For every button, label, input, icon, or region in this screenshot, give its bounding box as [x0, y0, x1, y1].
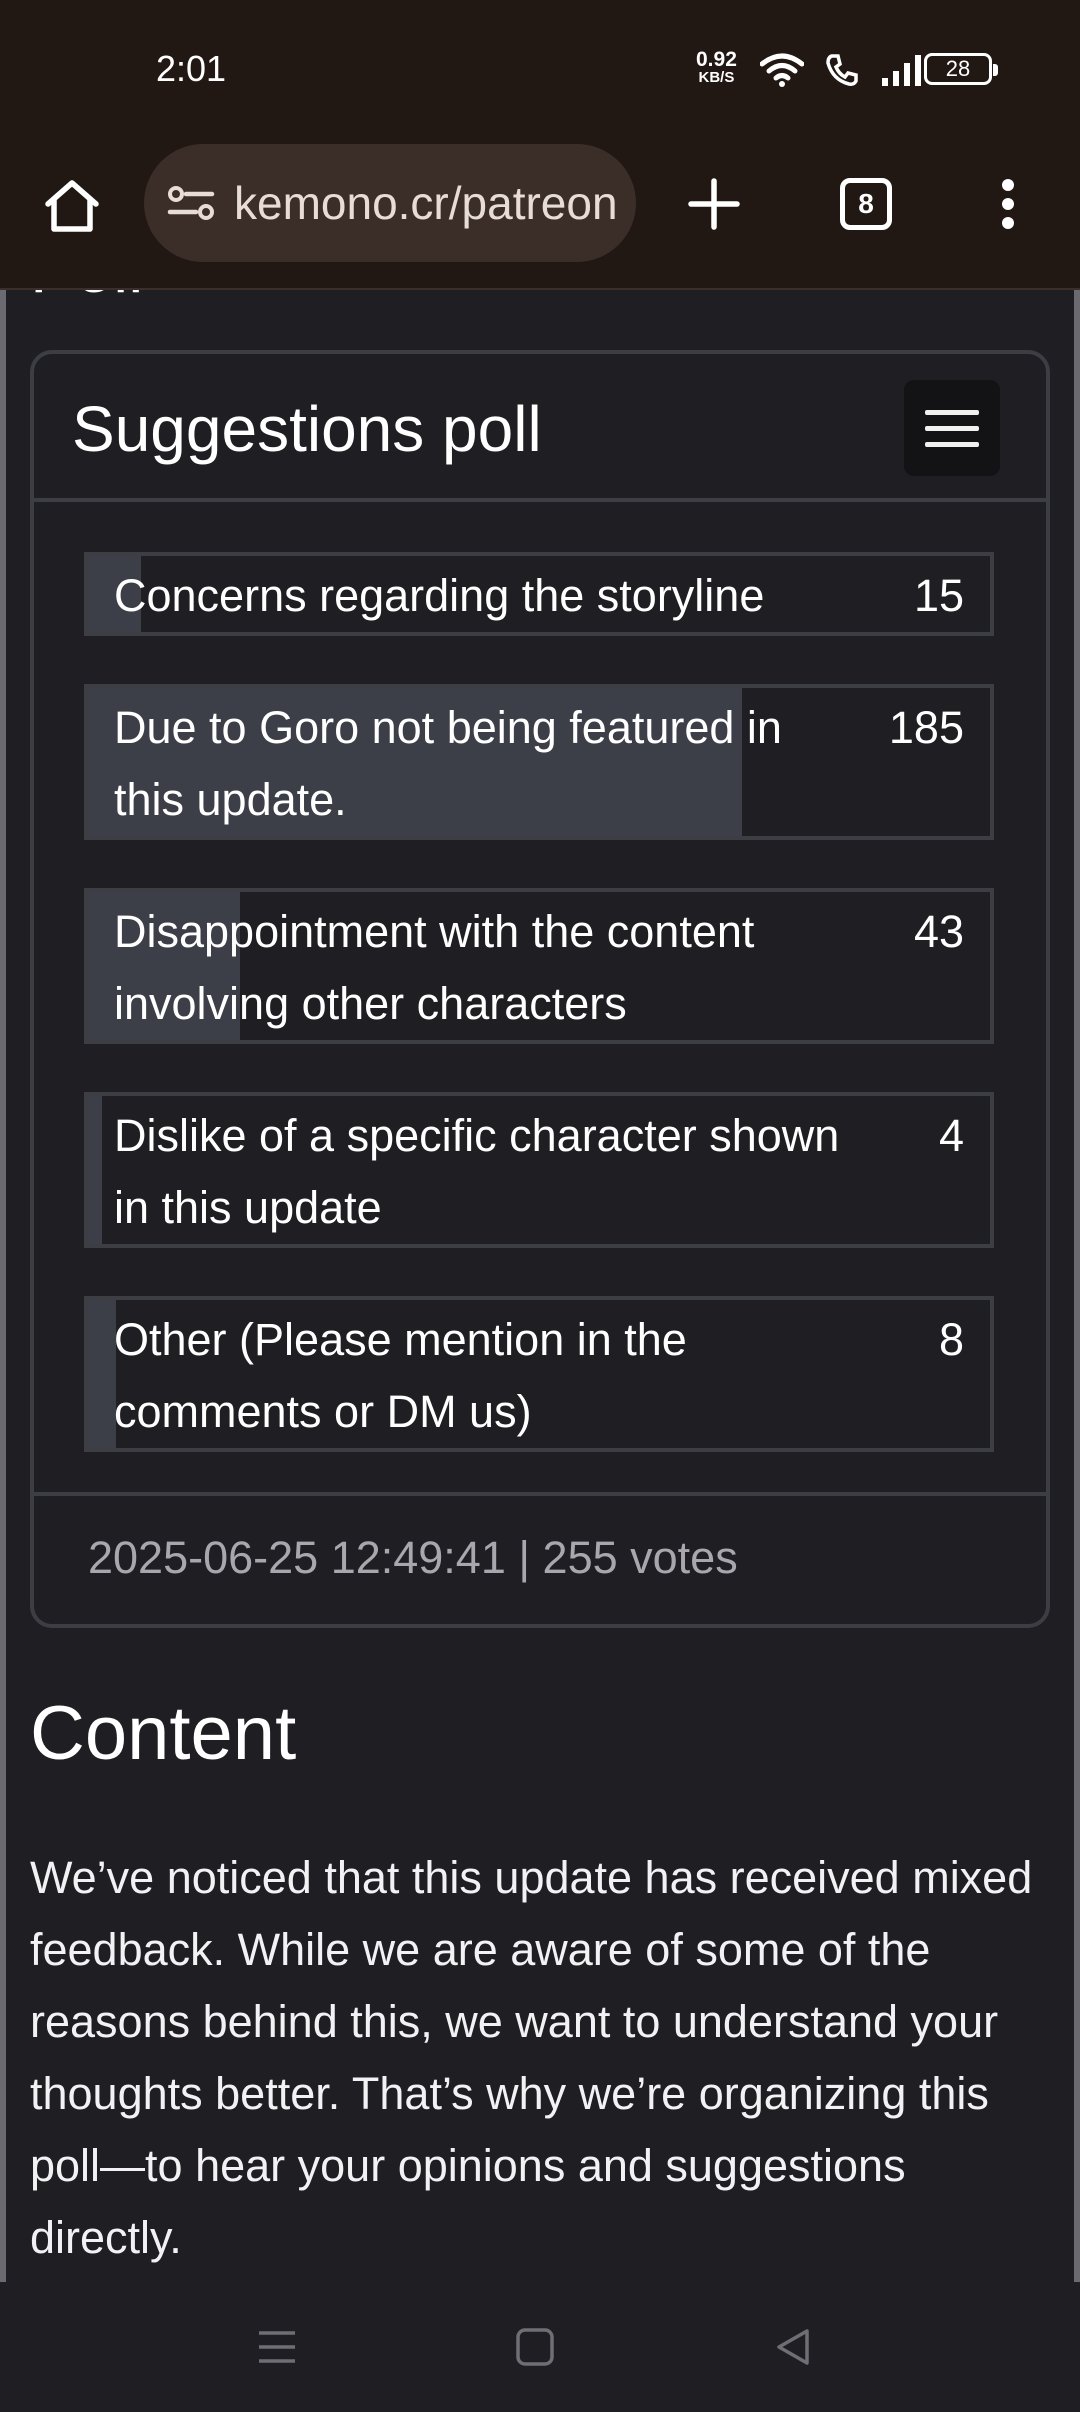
url-text: kemono.cr/patreon — [234, 177, 618, 229]
system-navigation-bar — [0, 2282, 1080, 2412]
poll-menu-button[interactable] — [904, 380, 1000, 476]
home-icon — [45, 180, 99, 232]
browser-menu-button[interactable] — [972, 168, 1044, 240]
hamburger-icon-line — [925, 425, 979, 431]
status-bar: 2:01 0.92 KB/S 28 — [0, 0, 1080, 138]
poll-option-label: Due to Goro not being featured in this u… — [114, 702, 782, 825]
network-speed-value: 0.92 — [696, 48, 737, 71]
content-heading: Content — [30, 1691, 297, 1776]
home-nav-button[interactable] — [500, 2312, 570, 2382]
menu-lines-icon — [259, 2331, 295, 2363]
battery-indicator: 28 — [924, 53, 998, 85]
tab-count: 8 — [840, 178, 892, 230]
poll-option[interactable]: Concerns regarding the storyline 15 — [84, 552, 994, 636]
page-content: Poll Suggestions poll Concerns regarding… — [0, 290, 1080, 2282]
site-settings-icon — [167, 186, 215, 220]
poll-header: Suggestions poll — [34, 354, 1046, 502]
poll-option-votes: 185 — [888, 702, 964, 753]
content-body: We’ve noticed that this update has recei… — [30, 1852, 1033, 2263]
poll-option[interactable]: Other (Please mention in the comments or… — [84, 1296, 994, 1452]
page-edge-right — [1074, 290, 1080, 2282]
poll-option-votes: 4 — [938, 1110, 964, 1161]
new-tab-button[interactable] — [678, 168, 750, 240]
status-icons — [760, 50, 924, 90]
poll-option-label: Other (Please mention in the comments or… — [114, 1314, 687, 1437]
network-speed: 0.92 KB/S — [696, 48, 737, 86]
poll-footer: 2025-06-25 12:49:41 | 255 votes — [34, 1492, 1046, 1624]
more-vert-icon — [1002, 179, 1014, 229]
clock: 2:01 — [156, 48, 227, 89]
plus-icon — [688, 178, 740, 230]
address-bar[interactable]: kemono.cr/patreon — [144, 144, 636, 262]
recents-button[interactable] — [242, 2312, 312, 2382]
vote-fill-bar — [88, 1096, 103, 1244]
poll-option-votes: 8 — [938, 1314, 964, 1365]
wifi-calling-icon — [826, 54, 858, 86]
poll-option[interactable]: Due to Goro not being featured in this u… — [84, 684, 994, 840]
network-speed-unit: KB/S — [698, 69, 735, 86]
poll-option[interactable]: Dislike of a specific character shown in… — [84, 1092, 994, 1248]
poll-title: Suggestions poll — [72, 393, 542, 465]
poll-option-label: Concerns regarding the storyline — [114, 570, 765, 621]
poll-options: Concerns regarding the storyline 15 Due … — [34, 502, 1046, 1502]
poll-section-heading: Poll — [30, 290, 143, 308]
hamburger-icon-line — [925, 441, 979, 447]
poll-option-label: Dislike of a specific character shown in… — [114, 1110, 840, 1233]
vote-fill-bar — [88, 1300, 116, 1448]
home-button[interactable] — [36, 170, 108, 242]
poll-card: Suggestions poll Concerns regarding the … — [30, 350, 1050, 1628]
signal-icon — [882, 55, 921, 86]
square-icon — [516, 2328, 554, 2366]
back-nav-button[interactable] — [758, 2312, 828, 2382]
hamburger-icon-line — [925, 409, 979, 415]
poll-option-label: Disappointment with the content involvin… — [114, 906, 755, 1029]
poll-option-votes: 43 — [913, 906, 964, 957]
back-triangle-icon — [777, 2329, 809, 2365]
poll-option-votes: 15 — [913, 570, 964, 621]
poll-timestamp-votes: 2025-06-25 12:49:41 | 255 votes — [88, 1532, 738, 1583]
poll-option[interactable]: Disappointment with the content involvin… — [84, 888, 994, 1044]
browser-toolbar: kemono.cr/patreon 8 — [0, 138, 1080, 290]
page-edge-left — [0, 290, 6, 2282]
tab-switcher-button[interactable]: 8 — [830, 168, 902, 240]
wifi-icon — [760, 53, 804, 87]
